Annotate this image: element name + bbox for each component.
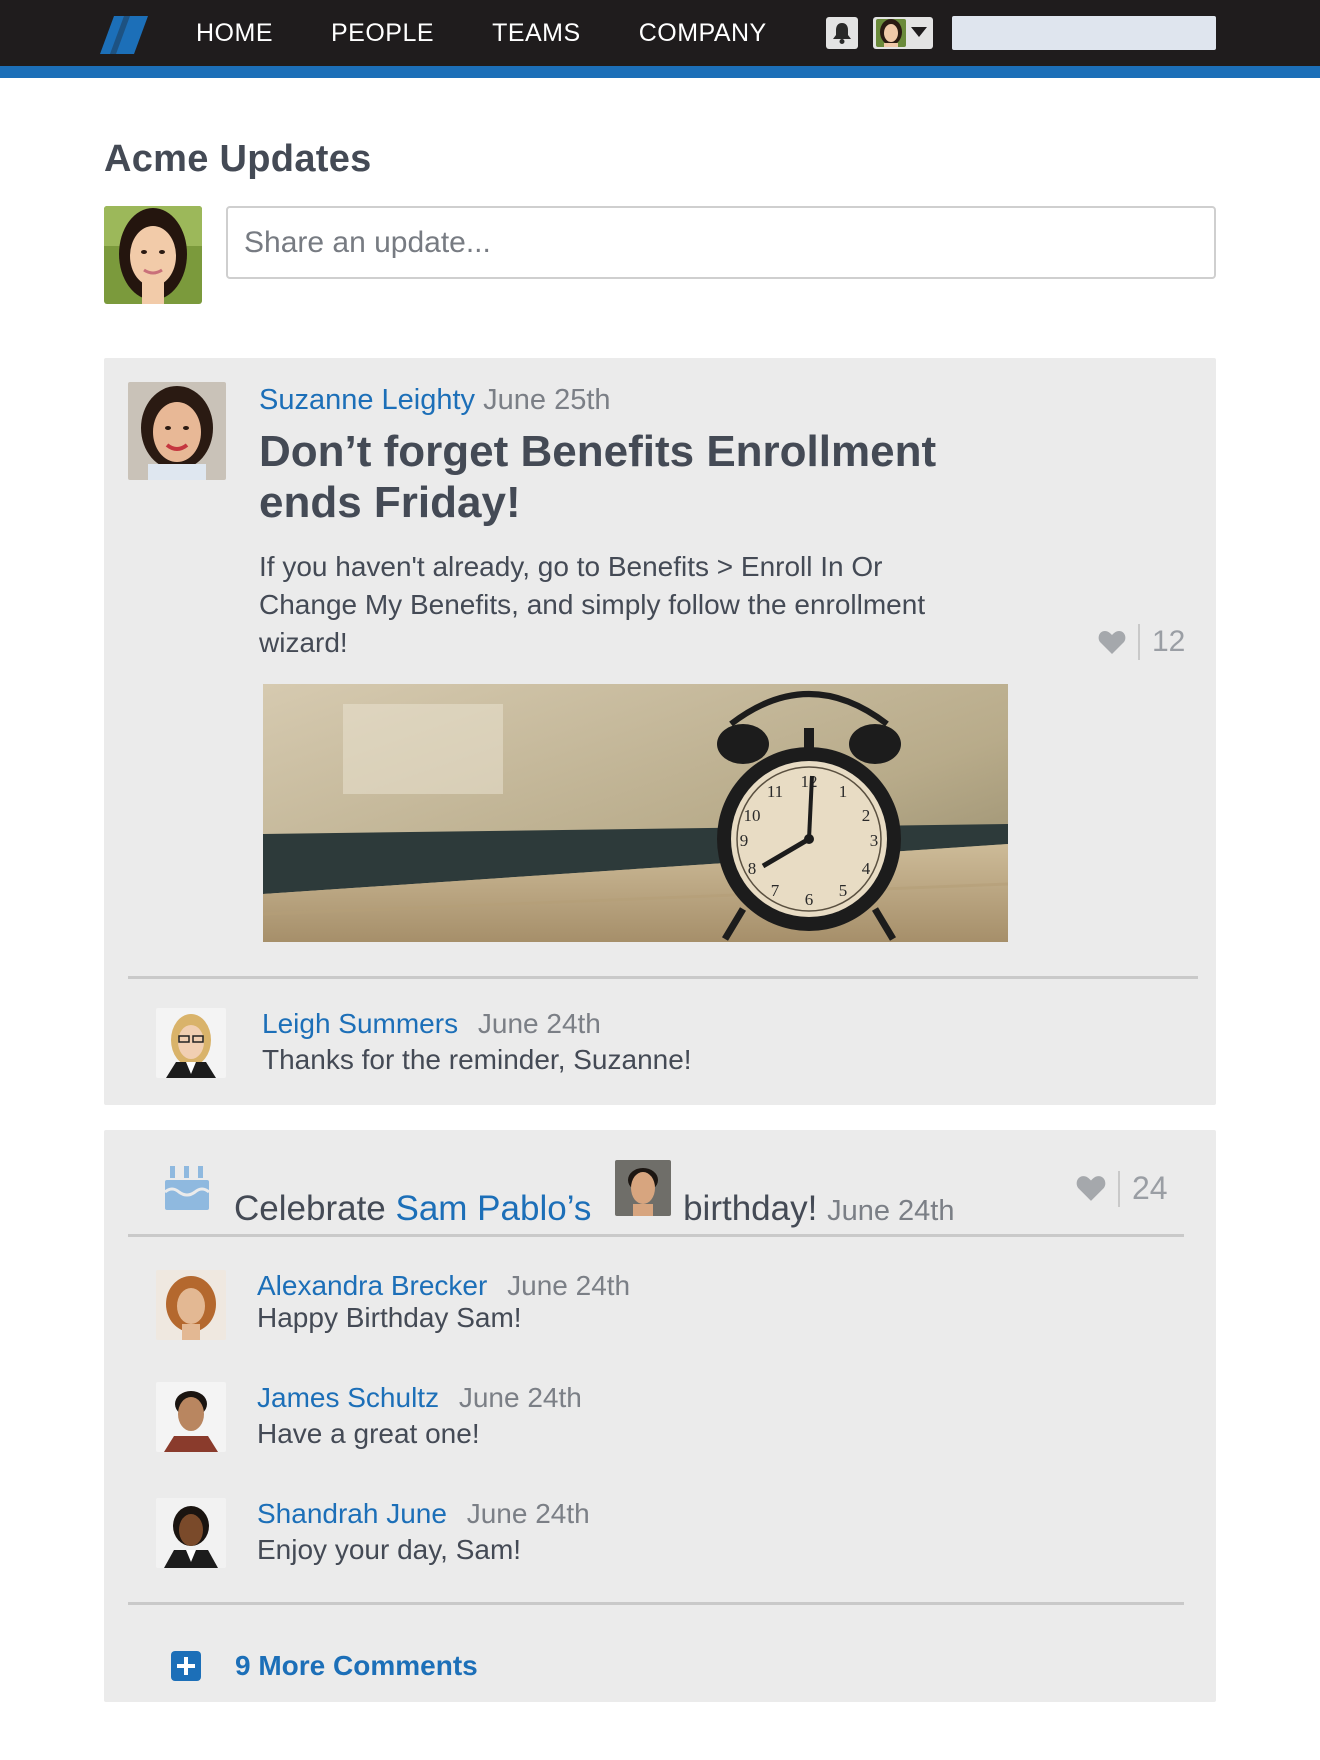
birthday-person-link[interactable]: Sam Pablo’s <box>395 1189 591 1228</box>
comment: Leigh Summers June 24th Thanks for the r… <box>262 1008 692 1076</box>
comment-avatar[interactable] <box>156 1382 226 1452</box>
comment-author-link[interactable]: Alexandra Brecker <box>257 1270 487 1301</box>
svg-text:1: 1 <box>839 782 848 801</box>
comments-divider <box>128 1602 1184 1605</box>
like-divider <box>1118 1170 1120 1207</box>
birthday-headline: Celebrate Sam Pablo’s birthday! June 24t… <box>234 1160 955 1229</box>
heart-icon[interactable] <box>1098 630 1126 655</box>
comment-text: Happy Birthday Sam! <box>257 1302 522 1333</box>
svg-text:10: 10 <box>744 806 761 825</box>
comment-avatar[interactable] <box>156 1270 226 1340</box>
page-title: Acme Updates <box>104 138 372 180</box>
comment-author-link[interactable]: James Schultz <box>257 1382 439 1413</box>
more-comments-label: 9 More Comments <box>235 1650 478 1681</box>
chevron-down-icon <box>911 27 927 37</box>
accent-stripe <box>0 66 1320 78</box>
search-input[interactable] <box>952 16 1216 50</box>
comment: Alexandra Brecker June 24th Happy Birthd… <box>257 1270 630 1334</box>
comment: James Schultz June 24th Have a great one… <box>257 1382 582 1450</box>
svg-text:3: 3 <box>870 831 879 850</box>
post-author-link[interactable]: Suzanne Leighty <box>259 384 475 416</box>
post-date: June 25th <box>483 384 611 416</box>
like-divider <box>1138 624 1140 660</box>
notifications-button[interactable] <box>826 17 858 49</box>
comment-author-link[interactable]: Shandrah June <box>257 1498 447 1529</box>
post-title: Don’t forget Benefits Enrollment ends Fr… <box>259 427 937 527</box>
post-image-alarm-clock: 12 1 2 3 4 5 6 7 8 9 10 11 <box>263 684 1008 942</box>
post-like-count: 12 <box>1152 625 1186 658</box>
nav-people[interactable]: PEOPLE <box>331 19 434 48</box>
birthday-like-group: 24 <box>1076 1170 1168 1207</box>
plus-icon <box>171 1651 201 1681</box>
comment-text: Thanks for the reminder, Suzanne! <box>262 1044 692 1075</box>
birthday-cake-icon <box>164 1166 210 1210</box>
comment-date: June 24th <box>507 1270 631 1301</box>
brand-logo[interactable] <box>100 16 148 54</box>
comment-date: June 24th <box>466 1498 590 1529</box>
svg-text:8: 8 <box>748 859 757 878</box>
comment-avatar[interactable] <box>156 1008 226 1078</box>
svg-text:6: 6 <box>805 890 814 909</box>
more-comments-button[interactable]: 9 More Comments <box>171 1650 478 1682</box>
birthday-divider <box>128 1234 1184 1237</box>
author-avatar[interactable] <box>128 382 226 480</box>
bell-icon <box>833 23 851 44</box>
comment-date: June 24th <box>458 1382 582 1413</box>
svg-text:11: 11 <box>767 782 783 801</box>
nav-company[interactable]: COMPANY <box>639 19 767 48</box>
comment: Shandrah June June 24th Enjoy your day, … <box>257 1498 590 1566</box>
comment-text: Enjoy your day, Sam! <box>257 1534 522 1565</box>
share-update-input[interactable] <box>226 206 1216 279</box>
user-avatar <box>876 19 906 47</box>
svg-text:12: 12 <box>801 772 818 791</box>
comment-avatar[interactable] <box>156 1498 226 1568</box>
comment-author-link[interactable]: Leigh Summers <box>262 1008 458 1039</box>
top-navigation-bar: HOME PEOPLE TEAMS COMPANY <box>0 0 1320 66</box>
post-meta: Suzanne Leighty June 25th <box>259 384 611 417</box>
svg-text:5: 5 <box>839 881 848 900</box>
heart-icon[interactable] <box>1076 1175 1106 1202</box>
comment-date: June 24th <box>477 1008 601 1039</box>
nav-teams[interactable]: TEAMS <box>492 19 581 48</box>
svg-text:9: 9 <box>740 831 749 850</box>
post-body: If you haven't already, go to Benefits >… <box>259 551 926 658</box>
post-divider <box>128 976 1198 979</box>
post-card: Suzanne Leighty June 25th Don’t forget B… <box>104 358 1216 1105</box>
user-menu-button[interactable] <box>873 17 933 49</box>
nav-home[interactable]: HOME <box>196 19 273 48</box>
comment-text: Have a great one! <box>257 1418 480 1449</box>
main-nav: HOME PEOPLE TEAMS COMPANY <box>196 0 825 66</box>
svg-text:4: 4 <box>862 859 871 878</box>
svg-text:7: 7 <box>771 881 780 900</box>
birthday-like-count: 24 <box>1132 1170 1168 1206</box>
birthday-person-avatar[interactable] <box>615 1160 672 1216</box>
birthday-date: June 24th <box>827 1195 955 1227</box>
svg-text:2: 2 <box>862 806 871 825</box>
composer-avatar <box>104 206 202 304</box>
birthday-suffix: birthday! <box>683 1189 818 1228</box>
birthday-card: Celebrate Sam Pablo’s birthday! June 24t… <box>104 1130 1216 1702</box>
birthday-prefix: Celebrate <box>234 1189 396 1228</box>
post-like-group: 12 <box>1098 624 1185 660</box>
